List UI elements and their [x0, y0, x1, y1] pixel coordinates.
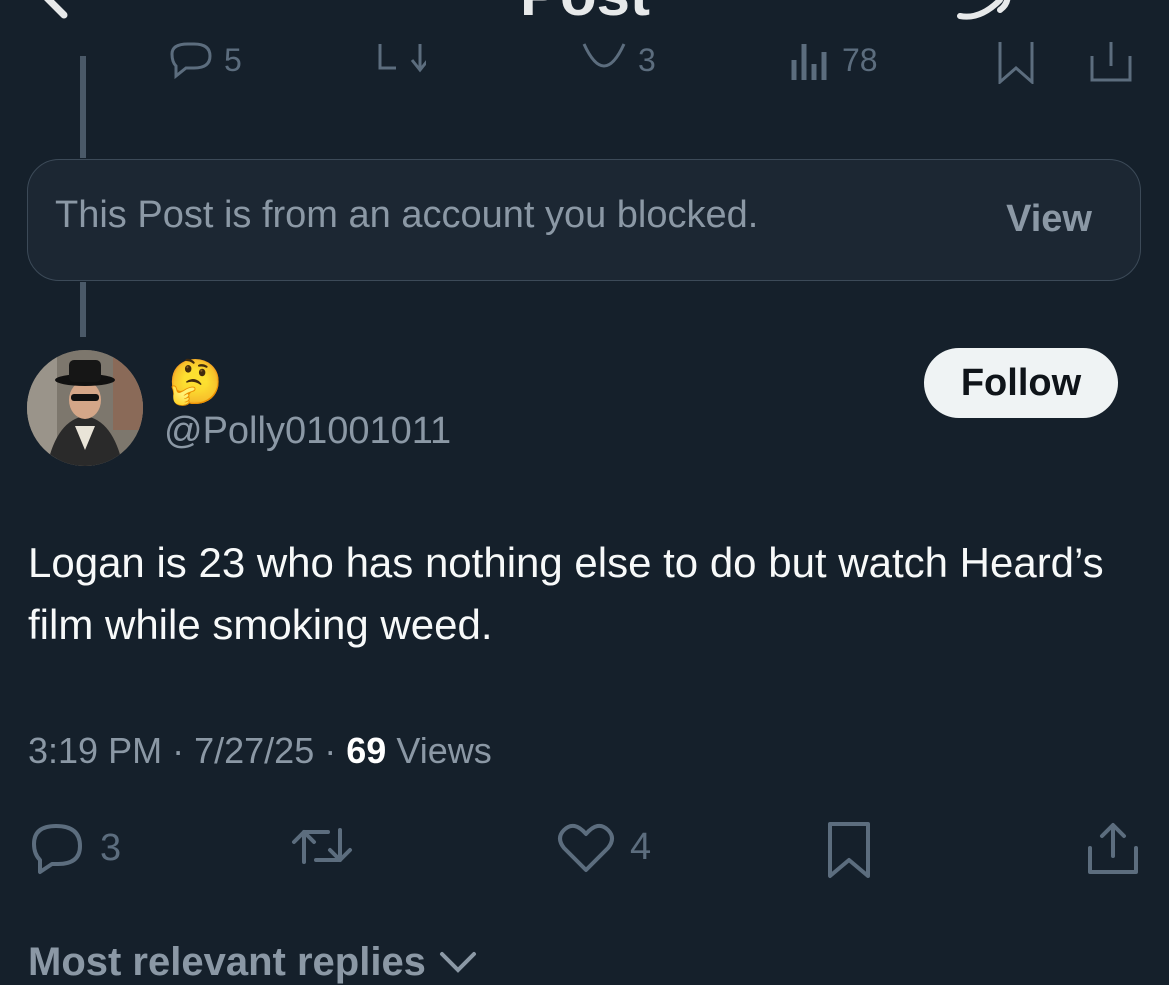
share-icon	[1088, 823, 1138, 874]
parent-post-actions: 5 3 78	[0, 40, 1169, 90]
parent-like-action[interactable]: 3	[580, 40, 656, 80]
repost-icon	[292, 828, 352, 864]
parent-reply-action[interactable]: 5	[166, 40, 242, 80]
views-label[interactable]: Views	[396, 730, 491, 771]
post-actions: 3 4	[0, 820, 1169, 880]
bookmark-button[interactable]	[824, 820, 874, 880]
author-display-name[interactable]: 🤔	[168, 358, 223, 408]
reply-count: 3	[100, 826, 122, 869]
post-time: 3:19 PM	[28, 730, 163, 771]
reply-icon	[32, 824, 82, 874]
page-title: Post	[520, 0, 650, 29]
like-count: 4	[630, 825, 652, 868]
repost-button[interactable]	[288, 820, 356, 872]
refresh-icon[interactable]	[950, 0, 1020, 22]
analytics-icon	[791, 44, 827, 80]
views-count[interactable]: 69	[346, 730, 386, 771]
like-button[interactable]: 4	[556, 820, 651, 874]
parent-like-count: 3	[638, 41, 656, 78]
bookmark-icon	[828, 822, 870, 878]
replies-sort-label: Most relevant replies	[28, 940, 426, 984]
blocked-post-notice: This Post is from an account you blocked…	[27, 159, 1141, 281]
parent-reply-count: 5	[224, 41, 242, 78]
blocked-notice-text: This Post is from an account you blocked…	[55, 194, 759, 236]
share-icon	[1090, 42, 1132, 82]
post-meta: 3:19 PM · 7/27/25 · 69 Views	[28, 730, 492, 772]
reply-icon	[170, 42, 212, 80]
bookmark-icon	[998, 42, 1034, 84]
meta-separator: ·	[172, 730, 185, 771]
view-blocked-post-button[interactable]: View	[1006, 198, 1092, 241]
repost-icon	[378, 44, 426, 73]
parent-views-action[interactable]: 78	[788, 40, 878, 80]
parent-views-count: 78	[842, 41, 878, 78]
replies-sort-dropdown[interactable]: Most relevant replies	[28, 940, 478, 985]
follow-button[interactable]: Follow	[924, 348, 1118, 418]
thread-line-bottom	[80, 282, 86, 337]
meta-separator: ·	[324, 730, 337, 771]
back-arrow-icon[interactable]	[30, 0, 90, 20]
avatar[interactable]	[27, 350, 143, 466]
parent-repost-action[interactable]	[374, 40, 426, 80]
heart-icon	[582, 43, 626, 68]
share-button[interactable]	[1084, 820, 1142, 878]
reply-button[interactable]: 3	[28, 820, 121, 876]
parent-share-action[interactable]	[1088, 40, 1134, 84]
parent-bookmark-action[interactable]	[996, 40, 1036, 84]
top-bar: Post	[0, 0, 1169, 28]
chevron-down-icon	[439, 951, 476, 973]
post-date: 7/27/25	[194, 730, 315, 771]
post-text: Logan is 23 who has nothing else to do b…	[28, 539, 1104, 648]
heart-icon	[558, 823, 614, 872]
author-handle[interactable]: @Polly01001011	[164, 410, 451, 453]
avatar-image	[27, 350, 143, 466]
